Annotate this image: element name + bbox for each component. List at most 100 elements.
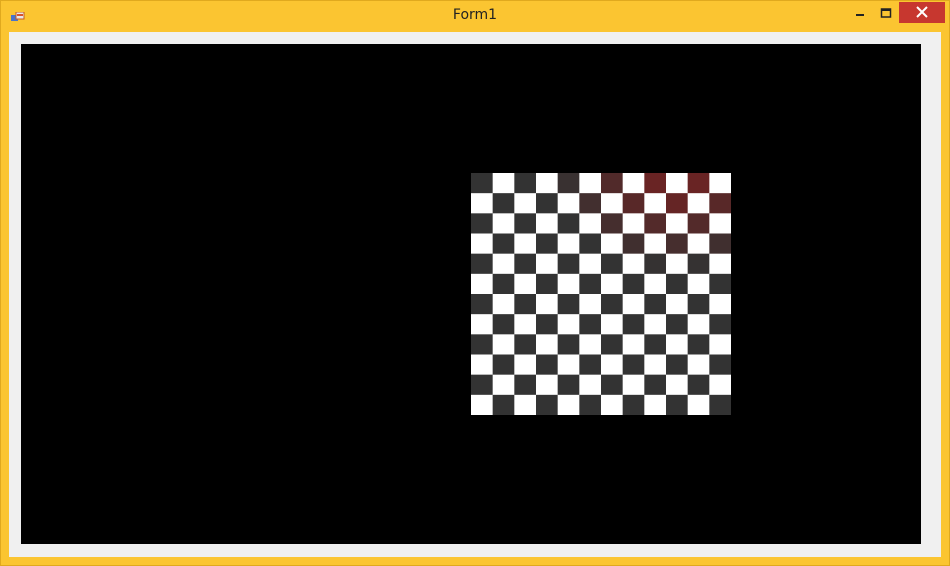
checker-square-dark [514,334,537,355]
checker-square-dark [644,173,667,194]
checker-square-dark [622,233,645,254]
checker-square-light [514,354,537,375]
checker-square-light [557,394,580,415]
checker-square-dark [557,253,580,275]
checker-square-light [644,394,667,415]
checker-square-dark [579,354,602,375]
checker-square-dark [536,193,558,214]
checker-square-light [622,334,645,355]
checker-square-light [601,314,623,335]
close-button[interactable] [899,2,945,23]
checker-square-dark [471,294,493,315]
checker-square-dark [644,334,667,355]
checker-square-light [666,213,688,234]
checker-square-dark [709,314,731,335]
checker-square-dark [709,273,731,295]
checker-square-dark [514,294,537,315]
checker-square-light [471,354,493,375]
checker-square-light [536,294,558,315]
checker-square-light [514,233,537,254]
checker-square-dark [471,334,493,355]
minimize-button[interactable] [847,2,873,23]
checker-square-light [687,273,710,295]
checker-square-light [622,213,645,234]
checker-square-dark [601,294,623,315]
checker-square-dark [557,334,580,355]
maximize-button[interactable] [873,2,899,23]
checker-square-light [492,253,515,275]
checker-square-dark [687,294,710,315]
checker-square-light [579,213,602,234]
checker-square-light [471,233,493,254]
checker-square-dark [666,193,688,214]
maximize-icon [880,3,892,22]
checker-square-dark [492,233,515,254]
checker-square-dark [622,193,645,214]
checker-square-dark [644,213,667,234]
checker-square-dark [514,173,537,194]
checker-square-dark [557,294,580,315]
checker-square-dark [687,334,710,355]
checker-square-dark [492,354,515,375]
checker-square-light [709,334,731,355]
checker-square-dark [644,294,667,315]
checker-square-light [492,213,515,234]
checker-square-dark [579,233,602,254]
checker-square-light [514,314,537,335]
checker-square-light [536,374,558,396]
checker-square-light [709,253,731,275]
checker-square-light [471,394,493,415]
checker-square-light [492,294,515,315]
checker-square-dark [601,374,623,396]
checker-square-light [536,173,558,194]
checker-square-light [687,233,710,254]
checker-square-dark [709,394,731,415]
checker-square-dark [579,394,602,415]
checker-square-light [579,334,602,355]
checker-square-light [492,334,515,355]
checker-square-light [536,253,558,275]
checker-square-light [557,233,580,254]
checker-square-dark [579,193,602,214]
checker-square-light [622,374,645,396]
checker-square-light [666,374,688,396]
checker-square-dark [601,173,623,194]
checker-square-dark [622,273,645,295]
checker-square-light [579,253,602,275]
checker-square-light [622,253,645,275]
checker-square-light [579,173,602,194]
checker-square-light [536,213,558,234]
checker-square-light [514,394,537,415]
checker-square-light [622,173,645,194]
title-bar[interactable]: Form1 [1,1,949,31]
checker-square-light [514,273,537,295]
checker-square-dark [666,394,688,415]
checker-square-light [557,273,580,295]
checker-square-dark [622,314,645,335]
checker-square-dark [687,173,710,194]
checker-square-dark [687,213,710,234]
checker-square-dark [601,253,623,275]
checker-square-light [601,193,623,214]
checker-square-light [709,374,731,396]
checker-square-dark [666,354,688,375]
checker-square-light [687,314,710,335]
checkerboard [471,173,731,415]
checker-square-light [644,354,667,375]
checker-square-dark [557,213,580,234]
checker-square-dark [644,374,667,396]
checker-square-dark [492,193,515,214]
checker-square-dark [536,314,558,335]
checker-square-dark [536,354,558,375]
render-canvas[interactable] [21,44,921,544]
checker-square-dark [622,354,645,375]
checker-square-dark [557,173,580,194]
close-icon [916,3,928,22]
window-title: Form1 [452,7,498,23]
checker-square-light [579,294,602,315]
checker-square-light [557,193,580,214]
checker-square-light [601,394,623,415]
checker-square-dark [687,253,710,275]
checker-square-dark [536,273,558,295]
checker-square-dark [666,314,688,335]
